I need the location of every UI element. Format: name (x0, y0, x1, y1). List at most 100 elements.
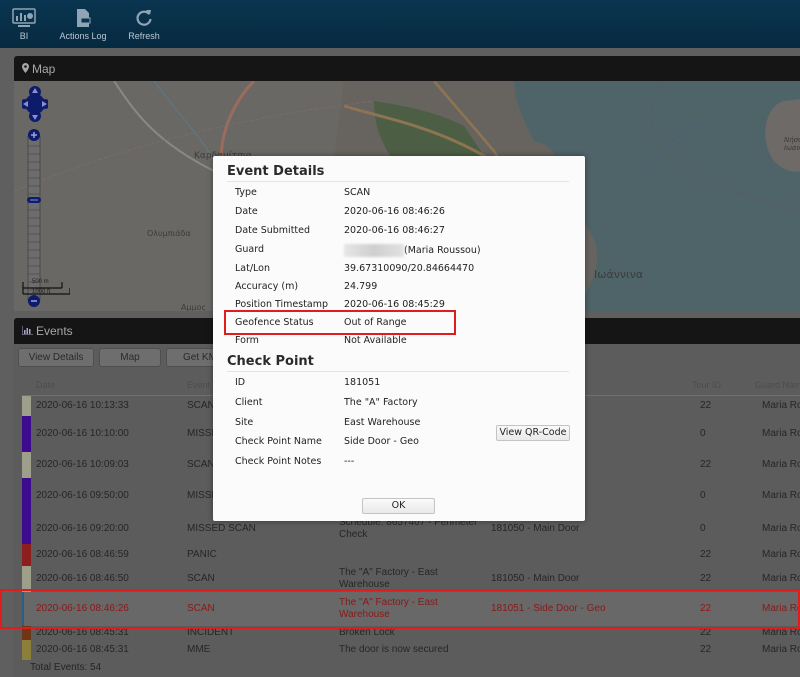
bi-button[interactable]: BI (10, 8, 38, 41)
field-value: SCAN (344, 187, 371, 198)
actions-log-label: Actions Log (59, 31, 107, 41)
field-label: Lat/Lon (235, 263, 270, 274)
cell-tour-id: 0 (700, 428, 706, 439)
cell-guard-name: Maria Roussou (762, 459, 800, 470)
cell-guard-name: Maria Roussou (762, 573, 800, 584)
cell-date: 2020-06-16 10:09:03 (36, 459, 129, 470)
table-row[interactable]: 2020-06-16 08:45:31 MME The door is now se… (22, 640, 800, 660)
cell-event-type: PANIC (187, 549, 217, 560)
scale-metric: 500 m (32, 279, 49, 285)
checkpoint-field-value: East Warehouse (344, 417, 421, 428)
map-panel-title: Map (32, 62, 56, 76)
divider (227, 371, 569, 372)
event-color-indicator (22, 514, 31, 544)
cell-tour-id: 22 (700, 459, 712, 470)
cell-date: 2020-06-16 08:46:50 (36, 573, 129, 584)
zoom-handle-icon (27, 197, 41, 203)
top-toolbar: BI Actions Log Refresh (0, 0, 800, 48)
total-events: Total Events: 54 (30, 662, 102, 673)
event-color-indicator (22, 640, 31, 660)
cell-guard-name: Maria Roussou (762, 523, 800, 534)
cell-date: 2020-06-16 09:20:00 (36, 523, 129, 534)
field-value: 2020-06-16 08:45:29 (344, 299, 445, 310)
cell-guard-name: Maria Roussou (762, 490, 800, 501)
cell-tour-id: 0 (700, 523, 706, 534)
actions-log-button[interactable]: Actions Log (58, 8, 108, 41)
events-panel-title: Events (36, 324, 73, 338)
map-place-label: Ιωάννινα (594, 268, 644, 281)
bi-label: BI (19, 31, 29, 41)
event-details-title: Event Details (227, 164, 325, 179)
redacted-guard-id (344, 244, 404, 257)
checkpoint-field-value: 181051 (344, 377, 381, 388)
column-header-tour-id[interactable]: Tour ID (692, 374, 721, 396)
cell-date: 2020-06-16 10:10:00 (36, 428, 129, 439)
refresh-label: Refresh (128, 31, 160, 41)
cell-tour-id: 22 (700, 400, 712, 411)
field-label: Position Timestamp (235, 299, 329, 310)
cell-event-type: MISSED SCAN (187, 523, 256, 534)
cell-tour-id: 22 (700, 573, 712, 584)
guard-name-value: (Maria Roussou) (404, 245, 481, 256)
field-value: Not Available (344, 335, 407, 346)
cell-date: 2020-06-16 08:45:31 (36, 644, 129, 655)
refresh-button[interactable]: Refresh (126, 8, 162, 41)
field-label: Date Submitted (235, 225, 311, 236)
refresh-icon (136, 10, 152, 26)
map-button[interactable]: Map (99, 348, 161, 367)
cell-guard-name: Maria Roussou (762, 428, 800, 439)
map-place-label: Νήσος Ιωαννίνων (784, 136, 800, 152)
cell-date: 2020-06-16 08:46:59 (36, 549, 129, 560)
cell-date: 2020-06-16 10:13:33 (36, 400, 129, 411)
field-value: 24.799 (344, 281, 378, 292)
scale-imperial: 1000 ft (32, 289, 51, 295)
field-label: Type (235, 187, 257, 198)
view-qr-code-button[interactable]: View QR-Code (496, 425, 570, 441)
field-value: (Maria Roussou) (344, 244, 481, 257)
bar-chart-icon (21, 318, 33, 344)
checkpoint-title: Check Point (227, 354, 314, 369)
checkpoint-field-label: Site (235, 417, 254, 428)
field-label: Guard (235, 244, 264, 255)
map-panel-header: Map (14, 56, 800, 82)
map-marker-icon (22, 56, 29, 82)
field-label: Date (235, 206, 258, 217)
event-color-indicator (22, 396, 31, 416)
event-color-indicator (22, 416, 31, 452)
table-row[interactable]: 2020-06-16 08:46:59 PANIC 22 Maria Roussou (22, 544, 800, 566)
column-header-guard-name[interactable]: Guard Name (755, 374, 800, 396)
checkpoint-field-label: Check Point Name (235, 436, 322, 447)
ok-button[interactable]: OK (362, 498, 435, 514)
checkpoint-field-value: --- (344, 456, 355, 467)
cell-checkpoint: 181050 - Main Door (491, 523, 580, 534)
map-panel: Map (14, 56, 800, 82)
cell-tour-id: 22 (700, 549, 712, 560)
field-value: 2020-06-16 08:46:26 (344, 206, 445, 217)
document-log-icon (77, 9, 91, 27)
divider (227, 181, 569, 182)
column-header-date[interactable]: Date (36, 374, 55, 396)
map-pan-control[interactable] (20, 86, 50, 122)
cell-event-type: SCAN (187, 573, 215, 584)
geofence-status-highlight (224, 310, 456, 335)
cell-guard-name: Maria Roussou (762, 549, 800, 560)
map-scale-bar: 500 m 1000 ft (22, 278, 70, 300)
field-label: Accuracy (m) (235, 281, 299, 292)
field-value: 39.67310090/20.84664470 (344, 263, 475, 274)
cell-description: The "A" Factory - East Warehouse (339, 567, 438, 590)
cell-date: 2020-06-16 09:50:00 (36, 490, 129, 501)
event-color-indicator (22, 478, 31, 514)
bi-dashboard-icon (12, 8, 36, 27)
field-value: 2020-06-16 08:46:27 (344, 225, 445, 236)
event-details-dialog: Event Details Type SCAN Date 2020-06-16 08:… (213, 156, 585, 521)
cell-guard-name: Maria Roussou (762, 400, 800, 411)
checkpoint-field-value: Side Door - Geo (344, 436, 419, 447)
checkpoint-field-value: The "A" Factory (344, 397, 418, 408)
view-details-button[interactable]: View Details (18, 348, 94, 367)
event-color-indicator (22, 544, 31, 566)
map-place-label: Ολυμπιάδα (147, 229, 191, 238)
cell-event-type: MME (187, 644, 211, 655)
cell-tour-id: 0 (700, 490, 706, 501)
checkpoint-field-label: ID (235, 377, 246, 388)
cell-tour-id: 22 (700, 644, 712, 655)
